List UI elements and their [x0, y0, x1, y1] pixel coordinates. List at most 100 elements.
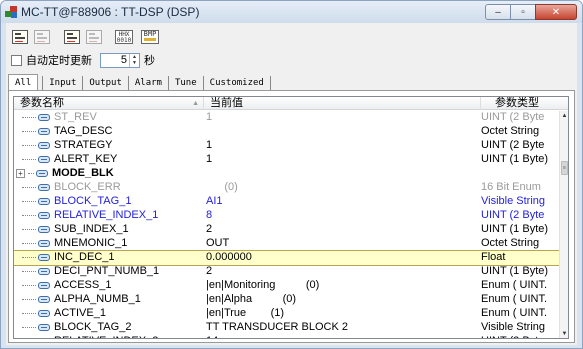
- parameter-value[interactable]: 1: [204, 111, 481, 125]
- app-icon: [5, 6, 17, 18]
- table-row[interactable]: INC_DEC_1 0.000000 Float: [14, 250, 560, 266]
- parameter-icon: [38, 309, 50, 317]
- refresh-interval-value[interactable]: 5: [101, 54, 129, 66]
- table-row[interactable]: RELATIVE_INDEX_1 8 UINT (2 Byte: [14, 209, 559, 223]
- parameter-value[interactable]: OUT: [204, 237, 481, 251]
- table-row[interactable]: SUB_INDEX_1 2 UINT (1 Byte): [14, 223, 559, 237]
- parameter-value[interactable]: AI1: [204, 195, 481, 209]
- title-bar[interactable]: MC-TT@F88906 : TT-DSP (DSP) – ▫ ✕: [1, 1, 582, 23]
- hex-view-icon[interactable]: HHX 0010: [114, 27, 134, 47]
- write-selected-icon[interactable]: [84, 27, 104, 47]
- tab-customized[interactable]: Customized: [202, 76, 271, 91]
- parameter-value[interactable]: [204, 167, 481, 181]
- minimize-button[interactable]: –: [485, 4, 511, 20]
- tree-connector: [28, 172, 34, 174]
- close-button[interactable]: ✕: [535, 4, 577, 20]
- spin-down-icon[interactable]: ▼: [130, 60, 139, 67]
- read-all-icon[interactable]: [10, 27, 30, 47]
- column-header-type[interactable]: 参数类型: [481, 97, 568, 110]
- parameter-type: Enum ( UINT.: [481, 293, 548, 305]
- parameter-name: MODE_BLK: [52, 167, 114, 179]
- parameter-type: Octet String: [481, 125, 540, 137]
- tree-connector: [22, 200, 36, 202]
- table-row[interactable]: BLOCK_ERR (0) 16 Bit Enum: [14, 181, 559, 195]
- auto-refresh-checkbox[interactable]: [11, 54, 22, 66]
- parameter-value[interactable]: 2: [204, 265, 481, 279]
- parameter-value[interactable]: [204, 125, 481, 139]
- parameter-value[interactable]: |en|Alpha (0): [204, 293, 481, 307]
- scroll-down-icon[interactable]: ▼: [560, 329, 568, 338]
- table-row[interactable]: ALERT_KEY 1 UINT (1 Byte): [14, 153, 559, 167]
- table-row[interactable]: ALPHA_NUMB_1 |en|Alpha (0) Enum ( UINT.: [14, 293, 559, 307]
- parameter-value[interactable]: 1: [204, 153, 481, 167]
- parameter-value[interactable]: 14: [204, 335, 481, 338]
- tab-output[interactable]: Output: [82, 76, 128, 91]
- read-selected-icon[interactable]: [32, 27, 52, 47]
- tree-connector: [22, 214, 36, 216]
- parameter-value[interactable]: 0.000000: [204, 251, 481, 265]
- row-name-cell: SUB_INDEX_1: [14, 223, 204, 237]
- parameter-icon: [38, 197, 50, 205]
- table-row[interactable]: BLOCK_TAG_1 AI1 Visible String: [14, 195, 559, 209]
- row-name-cell: RELATIVE_INDEX_1: [14, 209, 204, 223]
- table-row[interactable]: DECI_PNT_NUMB_1 2 UINT (1 Byte): [14, 265, 559, 279]
- parameter-name: BLOCK_TAG_1: [54, 195, 132, 207]
- toolbar: HHX 0010 BMP: [10, 26, 162, 48]
- bitmap-view-icon[interactable]: BMP: [140, 27, 160, 47]
- scroll-up-icon[interactable]: ▲: [560, 111, 568, 121]
- parameter-icon: [38, 211, 50, 219]
- column-header-value[interactable]: 当前值: [204, 97, 481, 110]
- table-row[interactable]: MNEMONIC_1 OUT Octet String: [14, 237, 559, 251]
- parameter-name: STRATEGY: [54, 139, 113, 151]
- row-name-cell: BLOCK_TAG_1: [14, 195, 204, 209]
- tree-connector: [22, 284, 36, 286]
- tab-tune[interactable]: Tune: [167, 76, 203, 91]
- table-row[interactable]: TAG_DESC Octet String: [14, 125, 559, 139]
- column-header-name[interactable]: 参数名称 ▲: [14, 97, 204, 110]
- parameter-value[interactable]: (0): [204, 181, 481, 195]
- parameter-name: DECI_PNT_NUMB_1: [54, 265, 160, 277]
- vertical-scrollbar[interactable]: ▲ ≡ ▼: [559, 111, 568, 338]
- parameter-grid: 参数名称 ▲ 当前值 参数类型 ST_REV 1 UINT (2 Byte TAG_D…: [13, 96, 569, 339]
- parameter-type: 16 Bit Enum: [481, 181, 541, 193]
- parameter-icon: [38, 155, 50, 163]
- window-title: MC-TT@F88906 : TT-DSP (DSP): [21, 5, 200, 19]
- parameter-type: Visible String: [481, 195, 545, 207]
- row-name-cell: BLOCK_TAG_2: [14, 321, 204, 335]
- table-row[interactable]: BLOCK_TAG_2 TT TRANSDUCER BLOCK 2 Visible …: [14, 321, 559, 335]
- refresh-interval-spinner[interactable]: 5 ▲ ▼: [100, 52, 140, 68]
- row-name-cell: DECI_PNT_NUMB_1: [14, 265, 204, 279]
- table-row[interactable]: RELATIVE_INDEX_2 14UINT (2 Byte: [14, 335, 559, 338]
- parameter-value[interactable]: |en|True (1): [204, 307, 481, 321]
- parameter-value[interactable]: 1: [204, 139, 481, 153]
- table-row[interactable]: ST_REV 1 UINT (2 Byte: [14, 111, 559, 125]
- parameter-type: UINT (2 Byte: [481, 139, 545, 151]
- parameter-name: ALERT_KEY: [54, 153, 118, 165]
- expand-icon[interactable]: +: [16, 168, 25, 178]
- parameter-type: UINT (2 Byte: [481, 111, 545, 123]
- parameter-type: UINT (2 Byte: [481, 209, 545, 221]
- parameter-name: RELATIVE_INDEX_1: [54, 209, 159, 221]
- table-row[interactable]: ACCESS_1 |en|Monitoring (0) Enum ( UINT.: [14, 279, 559, 293]
- parameter-icon: [38, 127, 50, 135]
- table-row[interactable]: + MODE_BLK: [14, 167, 559, 181]
- parameter-name: SUB_INDEX_1: [54, 223, 129, 235]
- row-name-cell: BLOCK_ERR: [14, 181, 204, 195]
- tab-input[interactable]: Input: [42, 76, 82, 91]
- maximize-button[interactable]: ▫: [510, 4, 536, 20]
- parameter-value[interactable]: |en|Monitoring (0): [204, 279, 481, 293]
- parameter-value[interactable]: 8: [204, 209, 481, 223]
- tree-connector: [22, 158, 36, 160]
- parameter-icon: [38, 183, 50, 191]
- table-row[interactable]: STRATEGY 1 UINT (2 Byte: [14, 139, 559, 153]
- write-all-icon[interactable]: [62, 27, 82, 47]
- parameter-value[interactable]: TT TRANSDUCER BLOCK 2: [204, 321, 481, 335]
- tab-all[interactable]: All: [8, 74, 39, 91]
- tab-alarm[interactable]: Alarm: [127, 76, 168, 91]
- bitmap-view-label: BMP: [143, 30, 157, 38]
- table-row[interactable]: ACTIVE_1 |en|True (1) Enum ( UINT.: [14, 307, 559, 321]
- parameter-value[interactable]: 2: [204, 223, 481, 237]
- parameter-icon: [38, 281, 50, 289]
- scroll-thumb[interactable]: ≡: [561, 161, 568, 175]
- sort-ascending-icon: ▲: [192, 100, 199, 107]
